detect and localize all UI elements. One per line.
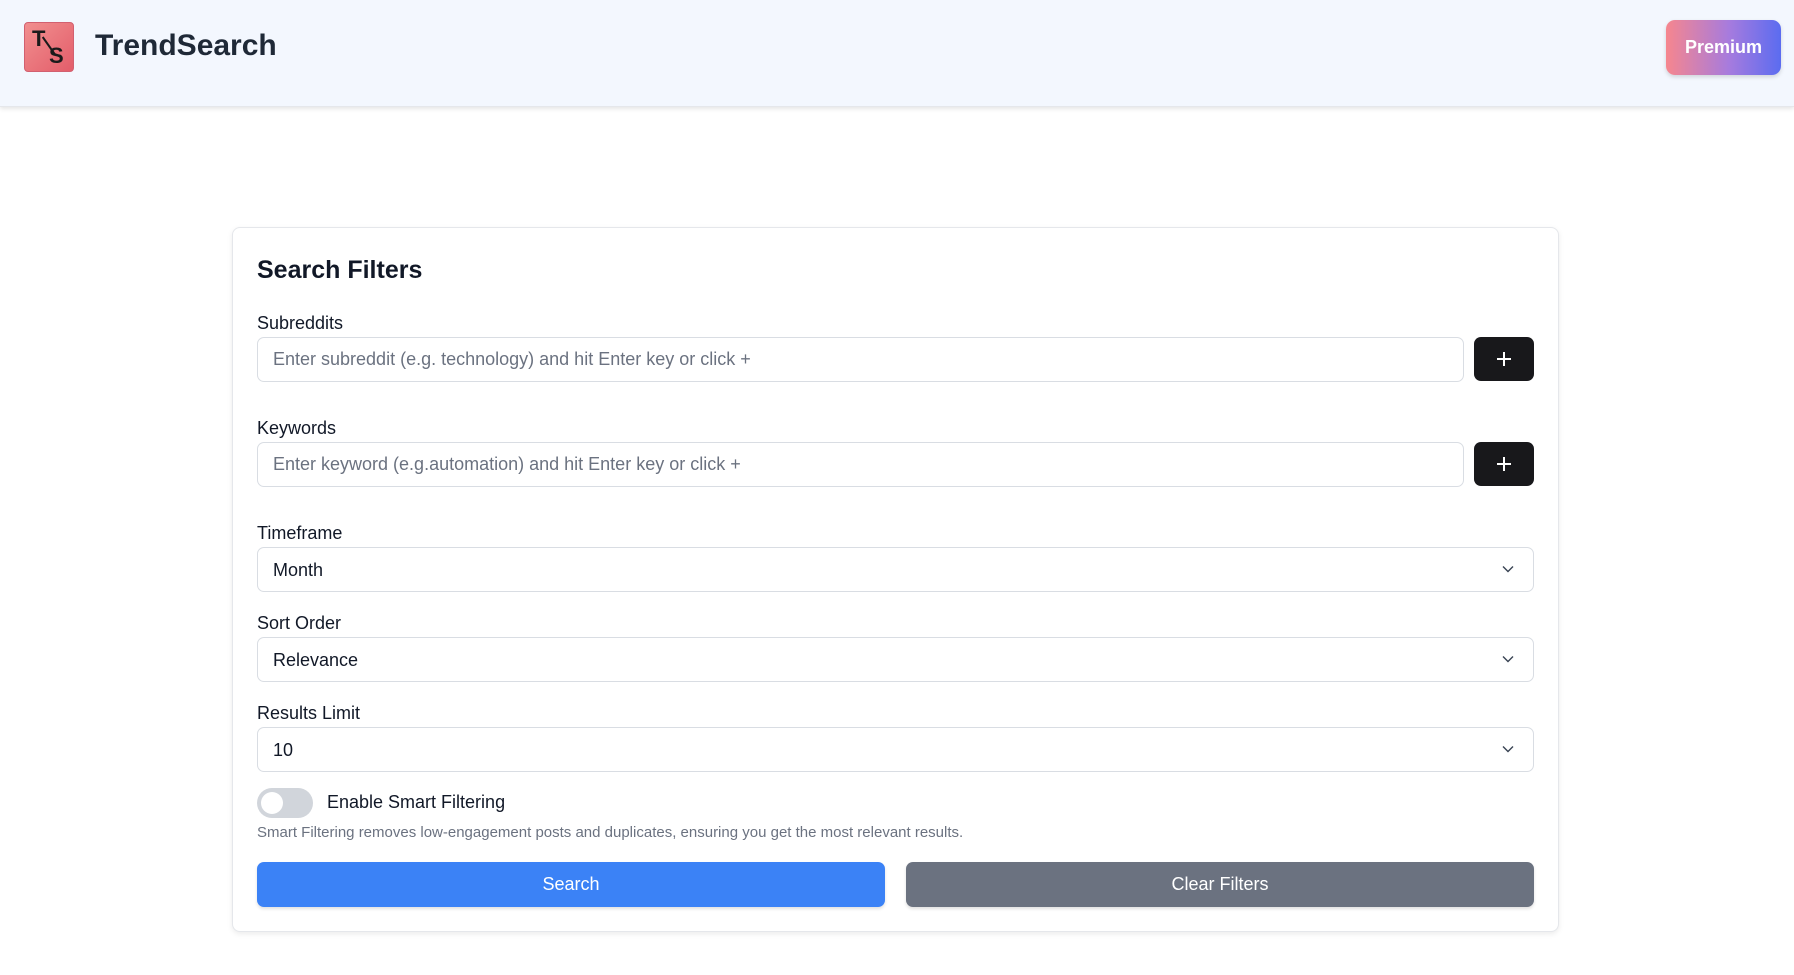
sort-order-label: Sort Order [257,613,342,633]
search-button[interactable]: Search [257,862,885,907]
keywords-label: Keywords [257,418,337,438]
chevron-down-icon [1502,746,1514,753]
chevron-down-icon [1502,656,1514,663]
keyword-input[interactable] [257,442,1464,487]
logo-letter-s: S [49,43,64,68]
results-limit-value: 10 [273,740,294,760]
app-header: T S TrendSearch Premium [0,0,1794,107]
add-keyword-button[interactable] [1474,442,1534,486]
toggle-knob [261,792,283,814]
sort-order-select[interactable]: Relevance [257,637,1534,682]
subreddits-label: Subreddits [257,313,344,333]
app-logo[interactable]: T S [24,22,74,72]
subreddit-input[interactable] [257,337,1464,382]
card-title: Search Filters [257,256,423,284]
plus-icon-stroke [1503,352,1505,366]
clear-filters-button[interactable]: Clear Filters [906,862,1534,907]
search-filters-card: Search Filters Subreddits Keywords Timef… [232,227,1559,932]
timeframe-label: Timeframe [257,523,343,543]
sort-order-value: Relevance [273,650,359,670]
chevron-down-icon [1502,566,1514,573]
timeframe-value: Month [273,560,324,580]
smart-filtering-help: Smart Filtering removes low-engagement p… [257,824,964,841]
timeframe-select[interactable]: Month [257,547,1534,592]
premium-button[interactable]: Premium [1666,20,1781,75]
results-limit-select[interactable]: 10 [257,727,1534,772]
plus-icon-stroke [1503,457,1505,471]
smart-filtering-toggle[interactable] [257,788,313,818]
results-limit-label: Results Limit [257,703,361,723]
brand-name: TrendSearch [95,29,277,62]
add-subreddit-button[interactable] [1474,337,1534,381]
smart-filtering-label: Enable Smart Filtering [327,792,506,812]
